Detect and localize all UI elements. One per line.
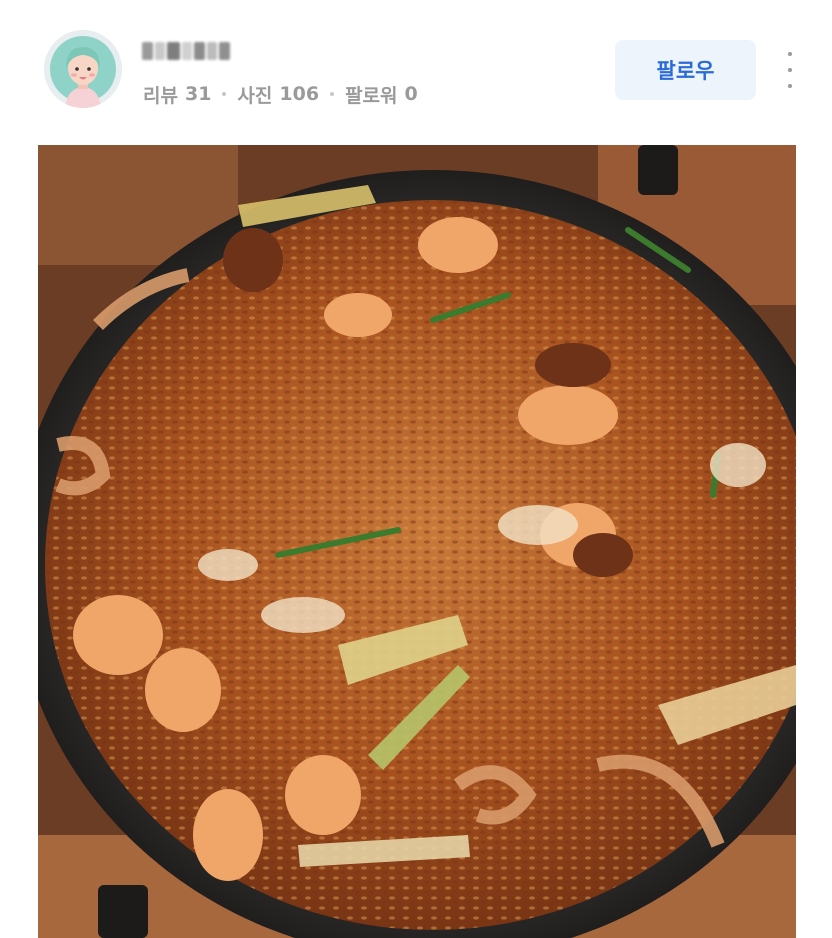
followers-stat-value: 0 [404,83,418,105]
review-photo[interactable] [38,145,796,938]
avatar[interactable] [44,30,122,108]
follow-button[interactable]: 팔로우 [615,40,756,100]
reviews-stat-value: 31 [184,83,212,105]
photos-stat-label: 사진 [237,84,273,107]
user-stats: 리뷰 31 사진 106 팔로워 0 [143,80,418,108]
followers-stat-label: 팔로워 [345,84,398,107]
cartoon-face-icon [44,30,122,108]
photos-stat-value: 106 [279,83,320,105]
more-vertical-icon[interactable] [782,52,798,88]
reviews-stat-label: 리뷰 [143,84,178,107]
separator-dot [330,92,335,96]
food-photo-image [38,145,796,938]
user-name[interactable] [142,34,231,68]
separator-dot [222,92,227,96]
review-profile-header: 리뷰 31 사진 106 팔로워 0 팔로우 [0,0,832,140]
